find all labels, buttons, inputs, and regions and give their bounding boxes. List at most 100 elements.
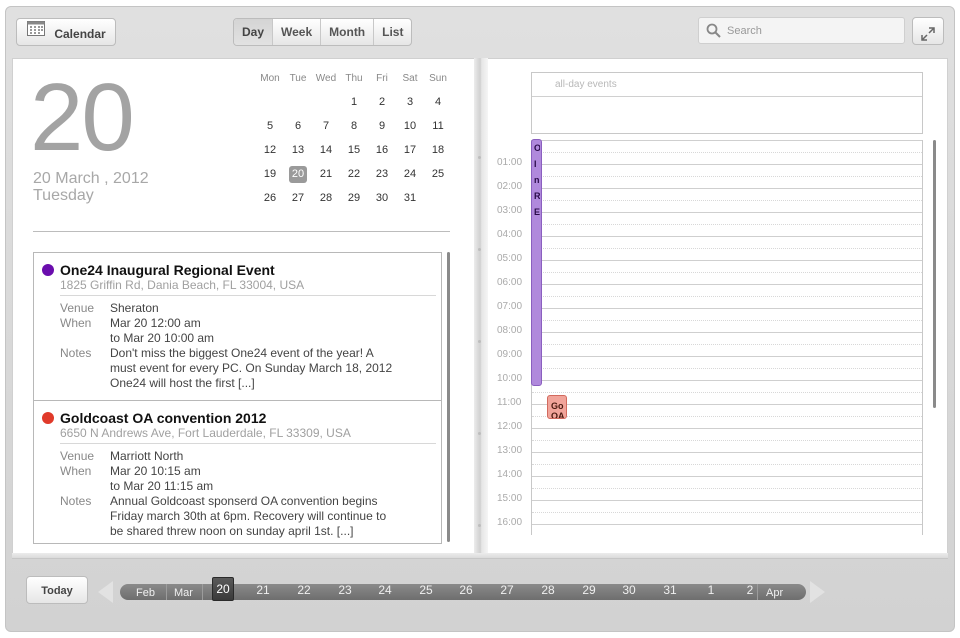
mini-calendar-day[interactable]: 11 [424, 114, 452, 138]
hour-label: 03:00 [497, 205, 523, 216]
hour-label: 08:00 [497, 325, 523, 336]
hour-label: 02:00 [497, 181, 523, 192]
mini-calendar-day[interactable]: 30 [368, 186, 396, 210]
weekday-label: Sat [402, 73, 418, 84]
mini-calendar-day[interactable]: 27 [284, 186, 312, 210]
mini-calendar-day[interactable]: 10 [396, 114, 424, 138]
mini-calendar-day[interactable]: 7 [312, 114, 340, 138]
timeline-day[interactable]: 28 [533, 583, 563, 597]
timeline-day[interactable]: 31 [655, 583, 685, 597]
today-button[interactable]: Today [26, 576, 88, 604]
hour-line [532, 260, 922, 261]
mini-calendar-day[interactable]: 20 [284, 162, 312, 186]
event-title[interactable]: One24 Inaugural Regional Event [60, 262, 275, 278]
timeline-next-arrow-icon[interactable] [810, 581, 825, 603]
timeline-day[interactable]: 1 [696, 583, 726, 597]
mini-calendar-day[interactable]: 8 [340, 114, 368, 138]
event-list-scrollbar[interactable] [447, 252, 450, 542]
hour-line [532, 524, 922, 525]
hour-line [532, 140, 922, 141]
event-color-dot [42, 264, 54, 276]
timeline-month[interactable]: Apr [766, 587, 783, 599]
mini-calendar-day[interactable]: 14 [312, 138, 340, 162]
hour-line [532, 332, 922, 333]
timeline-separator [202, 584, 203, 600]
hour-label: 06:00 [497, 277, 523, 288]
mini-calendar-day[interactable]: 1 [340, 90, 368, 114]
all-day-events-area[interactable]: all-day events [531, 72, 923, 134]
spine-ring [478, 248, 481, 251]
notes-label: Notes [60, 346, 92, 360]
mini-calendar-day[interactable]: 16 [368, 138, 396, 162]
spine-ring [478, 524, 481, 527]
mini-calendar-day[interactable]: 31 [396, 186, 424, 210]
calendar-icon [27, 18, 45, 46]
hour-line [532, 236, 922, 237]
timeline-day[interactable]: 21 [248, 583, 278, 597]
mini-calendar-day[interactable]: 15 [340, 138, 368, 162]
search-input[interactable] [727, 22, 897, 40]
tab-day[interactable]: Day [234, 19, 274, 45]
mini-calendar-day[interactable]: 19 [256, 162, 284, 186]
timeline-month[interactable]: Mar [174, 587, 193, 599]
mini-calendar-day[interactable]: 6 [284, 114, 312, 138]
weekday-label: Wed [315, 73, 337, 84]
mini-calendar-day[interactable]: 4 [424, 90, 452, 114]
mini-calendar-day[interactable]: 23 [368, 162, 396, 186]
timeline-month[interactable]: Feb [136, 587, 155, 599]
half-hour-line [532, 464, 922, 465]
timeline-day[interactable]: 26 [451, 583, 481, 597]
mini-calendar-day[interactable]: 25 [424, 162, 452, 186]
timeline-day[interactable]: 22 [289, 583, 319, 597]
hour-label: 12:00 [497, 421, 523, 432]
mini-calendar-day[interactable]: 13 [284, 138, 312, 162]
mini-calendar-day[interactable]: 18 [424, 138, 452, 162]
mini-calendar-day[interactable]: 24 [396, 162, 424, 186]
timeline-day[interactable]: 24 [370, 583, 400, 597]
mini-calendar-day[interactable]: 9 [368, 114, 396, 138]
mini-calendar-day[interactable]: 29 [340, 186, 368, 210]
timeline-selected-day[interactable]: 20 [212, 577, 234, 601]
event-item[interactable]: One24 Inaugural Regional Event 1825 Grif… [34, 253, 441, 401]
mini-calendar-day[interactable]: 22 [340, 162, 368, 186]
timeline-day[interactable]: 2 [735, 583, 765, 597]
tab-week[interactable]: Week [273, 19, 322, 45]
fullscreen-button[interactable] [912, 17, 944, 45]
timeline-prev-arrow-icon[interactable] [98, 581, 113, 603]
hour-label: 16:00 [497, 517, 523, 528]
tab-month[interactable]: Month [321, 19, 375, 45]
mini-calendar-day[interactable]: 12 [256, 138, 284, 162]
event-start: Mar 20 12:00 am [110, 316, 201, 330]
timeline-day[interactable]: 30 [614, 583, 644, 597]
mini-calendar-day[interactable]: 28 [312, 186, 340, 210]
day-time-grid[interactable] [531, 140, 923, 535]
timeline-day[interactable]: 27 [492, 583, 522, 597]
mini-calendar-day[interactable]: 17 [396, 138, 424, 162]
calendar-button[interactable]: Calendar [16, 18, 116, 46]
hour-label: 13:00 [497, 445, 523, 456]
mini-calendar-day[interactable]: 21 [312, 162, 340, 186]
venue-label: Venue [60, 301, 95, 315]
mini-calendar-day[interactable]: 2 [368, 90, 396, 114]
mini-calendar-day[interactable]: 26 [256, 186, 284, 210]
mini-calendar-day[interactable]: 3 [396, 90, 424, 114]
timeline-day[interactable]: 23 [330, 583, 360, 597]
half-hour-line [532, 176, 922, 177]
hour-label: 14:00 [497, 469, 523, 480]
all-day-separator [532, 96, 922, 97]
mini-calendar-day[interactable]: 5 [256, 114, 284, 138]
event-item[interactable]: Goldcoast OA convention 2012 6650 N Andr… [34, 401, 441, 543]
hour-line [532, 500, 922, 501]
spine-ring [478, 340, 481, 343]
event-title[interactable]: Goldcoast OA convention 2012 [60, 410, 266, 426]
timed-event-one24[interactable]: O In RE [531, 139, 542, 386]
day-view-scrollbar[interactable] [933, 140, 936, 408]
tab-list[interactable]: List [374, 19, 411, 45]
timeline-day[interactable]: 29 [574, 583, 604, 597]
mini-calendar-week: 1234 [256, 90, 452, 114]
timed-event-goldcoast[interactable]: Go OA [547, 395, 567, 419]
selected-weekday: Tuesday [33, 187, 94, 204]
notes-label: Notes [60, 494, 92, 508]
timeline-day[interactable]: 25 [411, 583, 441, 597]
mini-calendar-week: 12 13 14 15 16 17 18 [256, 138, 452, 162]
